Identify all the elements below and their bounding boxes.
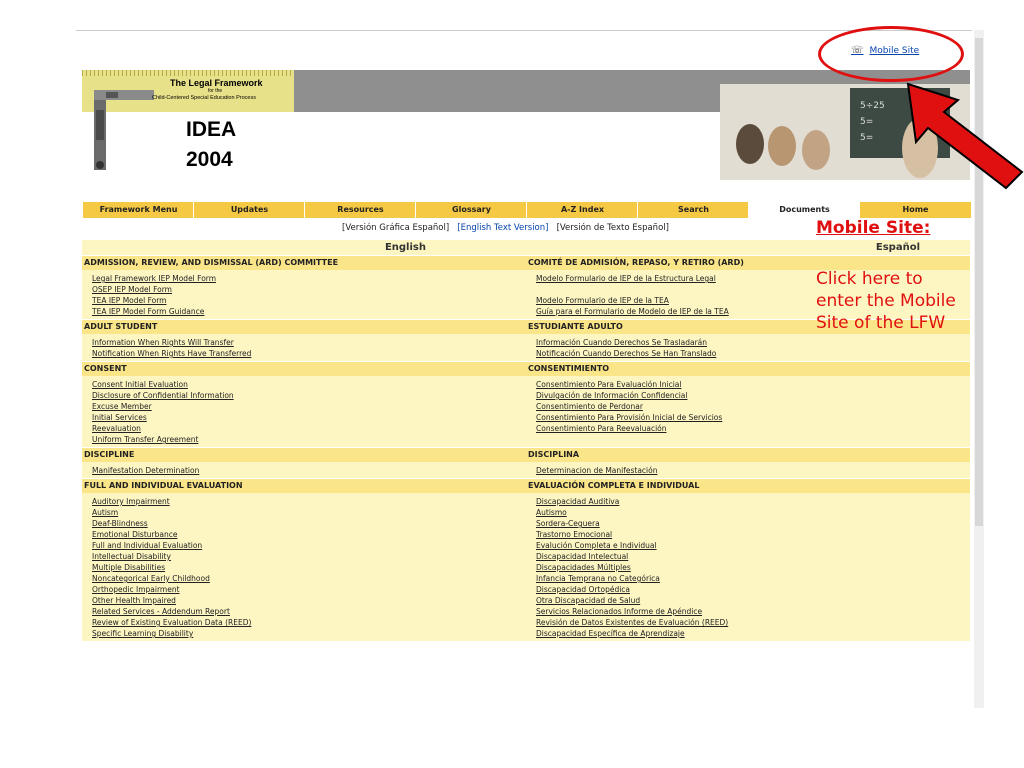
ruler-ticks: [82, 70, 294, 76]
section-items: Information When Rights Will Transfer Not…: [82, 334, 526, 361]
document-link[interactable]: Initial Services: [82, 412, 526, 423]
document-link[interactable]: Discapacidad Intelectual: [526, 551, 970, 562]
nav-item-glossary[interactable]: Glossary: [415, 202, 527, 218]
document-link[interactable]: Full and Individual Evaluation: [82, 540, 526, 551]
spanish-heading: Español: [526, 240, 970, 255]
document-link[interactable]: TEA IEP Model Form: [82, 295, 526, 306]
document-link[interactable]: Deaf-Blindness: [82, 518, 526, 529]
document-link[interactable]: Discapacidad Auditiva: [526, 496, 970, 507]
document-link[interactable]: Auditory Impairment: [82, 496, 526, 507]
spanish-text-link[interactable]: [Versión de Texto Español]: [557, 223, 669, 233]
document-link[interactable]: Divulgación de Información Confidencial: [526, 390, 970, 401]
document-link[interactable]: Noncategorical Early Childhood: [82, 573, 526, 584]
document-link[interactable]: Infancia Temprana no Categórica: [526, 573, 970, 584]
english-column: English ADMISSION, REVIEW, AND DISMISSAL…: [82, 240, 526, 641]
document-link[interactable]: Review of Existing Evaluation Data (REED…: [82, 617, 526, 628]
empty-row: [526, 434, 970, 445]
document-link[interactable]: Uniform Transfer Agreement: [82, 434, 526, 445]
web-page: ☏ Mobile Site The Legal Framework for the…: [76, 30, 972, 708]
section-items: Información Cuando Derechos Se Trasladar…: [526, 334, 970, 361]
section-items: Legal Framework IEP Model Form OSEP IEP M…: [82, 270, 526, 319]
document-link[interactable]: TEA IEP Model Form Guidance: [82, 306, 526, 317]
document-link[interactable]: Autism: [82, 507, 526, 518]
document-link[interactable]: Other Health Impaired: [82, 595, 526, 606]
document-link[interactable]: Consentimiento Para Provisión Inicial de…: [526, 412, 970, 423]
document-link[interactable]: Información Cuando Derechos Se Trasladar…: [526, 337, 970, 348]
annotation-arrow-icon: [906, 82, 1024, 190]
annotation-highlight-oval: [818, 26, 964, 82]
english-text-link[interactable]: [English Text Version]: [457, 223, 548, 233]
document-link[interactable]: Otra Discapacidad de Salud: [526, 595, 970, 606]
document-link[interactable]: Servicios Relacionados Informe de Apéndi…: [526, 606, 970, 617]
document-link[interactable]: Related Services - Addendum Report: [82, 606, 526, 617]
document-link[interactable]: Consentimiento de Perdonar: [526, 401, 970, 412]
nav-item-a-z-index[interactable]: A-Z Index: [526, 202, 638, 218]
nav-item-search[interactable]: Search: [637, 202, 749, 218]
svg-text:5=: 5=: [860, 117, 873, 127]
section-heading: EVALUACIÓN COMPLETA E INDIVIDUAL: [526, 479, 970, 493]
document-link[interactable]: Excuse Member: [82, 401, 526, 412]
document-link[interactable]: Evalución Completa e Individual: [526, 540, 970, 551]
language-links: [Versión Gráfica Español] [English Text …: [342, 223, 669, 233]
section-heading: CONSENT: [82, 362, 526, 376]
nav-item-updates[interactable]: Updates: [193, 202, 305, 218]
document-link[interactable]: Notificación Cuando Derechos Se Han Tran…: [526, 348, 970, 359]
document-link[interactable]: Multiple Disabilities: [82, 562, 526, 573]
section-items: Discapacidad Auditiva Autismo Sordera-Cegu…: [526, 493, 970, 641]
document-link[interactable]: Trastorno Emocional: [526, 529, 970, 540]
logo-subtitle: Child-Centered Special Education Process: [152, 95, 256, 101]
document-link[interactable]: Specific Learning Disability: [82, 628, 526, 639]
nav-item-documents[interactable]: Documents: [748, 202, 860, 218]
nav-item-resources[interactable]: Resources: [304, 202, 416, 218]
site-banner: The Legal Framework for the Child-Center…: [82, 70, 970, 180]
section-items: Consentimiento Para Evaluación Inicial Di…: [526, 376, 970, 447]
document-link[interactable]: Discapacidad Ortopédica: [526, 584, 970, 595]
logo-idea: IDEA: [186, 118, 237, 141]
graphic-spanish-link[interactable]: [Versión Gráfica Español]: [342, 223, 449, 233]
document-link[interactable]: Intellectual Disability: [82, 551, 526, 562]
svg-text:5=: 5=: [860, 133, 873, 143]
document-link[interactable]: Manifestation Determination: [82, 465, 526, 476]
section-heading: CONSENTIMIENTO: [526, 362, 970, 376]
document-link[interactable]: Revisión de Datos Existentes de Evaluaci…: [526, 617, 970, 628]
document-link[interactable]: Legal Framework IEP Model Form: [82, 273, 526, 284]
document-link[interactable]: Consentimiento Para Evaluación Inicial: [526, 379, 970, 390]
document-link[interactable]: Consentimiento Para Reevaluación: [526, 423, 970, 434]
section-items: Manifestation Determination: [82, 462, 526, 478]
section-heading: ADMISSION, REVIEW, AND DISMISSAL (ARD) C…: [82, 256, 526, 270]
document-link[interactable]: Orthopedic Impairment: [82, 584, 526, 595]
carpenter-square-icon: [94, 90, 154, 170]
document-link[interactable]: Emotional Disturbance: [82, 529, 526, 540]
nav-item-home[interactable]: Home: [859, 202, 971, 218]
annotation-title: Mobile Site:: [816, 218, 931, 238]
english-heading: English: [82, 240, 526, 255]
section-heading: DISCIPLINE: [82, 448, 526, 462]
nav-item-framework-menu[interactable]: Framework Menu: [82, 202, 194, 218]
section-items: Auditory Impairment Autism Deaf-Blindness E…: [82, 493, 526, 641]
document-link[interactable]: Information When Rights Will Transfer: [82, 337, 526, 348]
logo-year: 2004: [186, 148, 233, 171]
document-link[interactable]: Notification When Rights Have Transferre…: [82, 348, 526, 359]
logo-for-text: for the: [208, 88, 223, 94]
document-link[interactable]: Consent Initial Evaluation: [82, 379, 526, 390]
section-heading: DISCIPLINA: [526, 448, 970, 462]
document-link[interactable]: Disclosure of Confidential Information: [82, 390, 526, 401]
section-items: Consent Initial Evaluation Disclosure of …: [82, 376, 526, 447]
section-heading: FULL AND INDIVIDUAL EVALUATION: [82, 479, 526, 493]
document-link[interactable]: Sordera-Ceguera: [526, 518, 970, 529]
document-link[interactable]: Reevaluation: [82, 423, 526, 434]
logo-title: The Legal Framework: [170, 78, 263, 88]
annotation-text: Click here to enter the Mobile Site of t…: [816, 269, 956, 333]
svg-text:5÷25: 5÷25: [860, 101, 885, 111]
document-link[interactable]: Autismo: [526, 507, 970, 518]
section-heading: ADULT STUDENT: [82, 320, 526, 334]
document-link[interactable]: Discapacidades Múltiples: [526, 562, 970, 573]
main-nav: Framework Menu Updates Resources Glossary A-…: [82, 202, 971, 218]
document-link[interactable]: Determinacion de Manifestación: [526, 465, 970, 476]
document-link[interactable]: OSEP IEP Model Form: [82, 284, 526, 295]
document-link[interactable]: Discapacidad Específica de Aprendizaje: [526, 628, 970, 639]
section-items: Determinacion de Manifestación: [526, 462, 970, 478]
